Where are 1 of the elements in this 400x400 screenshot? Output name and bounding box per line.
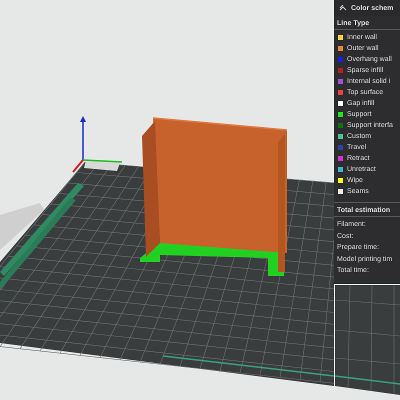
- collapse-icon[interactable]: [339, 5, 347, 11]
